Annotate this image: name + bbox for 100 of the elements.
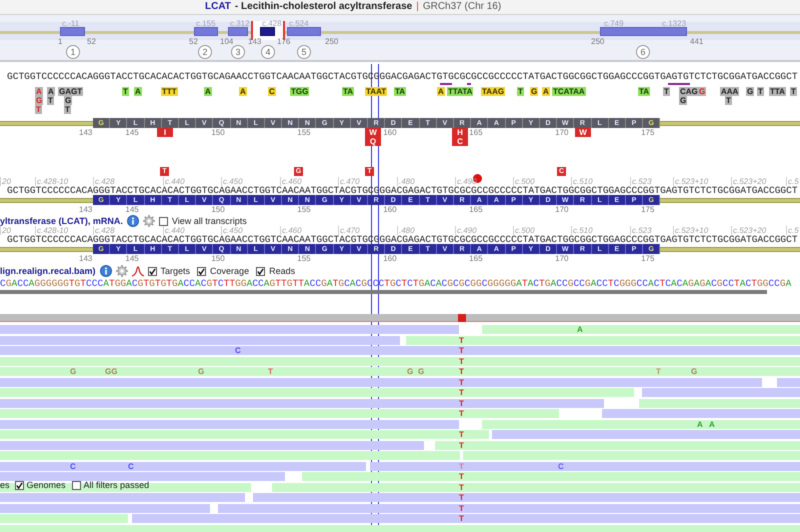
exon-block[interactable] bbox=[600, 27, 687, 36]
variant-tag[interactable]: T bbox=[517, 87, 524, 96]
checkbox[interactable] bbox=[72, 481, 81, 490]
variant-tag[interactable]: G bbox=[64, 96, 72, 105]
info-icon[interactable] bbox=[100, 265, 112, 277]
variant-tag[interactable]: TA bbox=[342, 87, 354, 96]
sequence-underline bbox=[668, 83, 690, 85]
variant-tag[interactable]: G bbox=[530, 87, 538, 96]
exon-cdna-label: c.1323 bbox=[662, 20, 686, 28]
coordinate-label: c.523+10 bbox=[675, 227, 708, 235]
separator: | bbox=[416, 2, 419, 12]
mismatch-base: T bbox=[459, 482, 464, 492]
coverage-mismatch bbox=[458, 314, 466, 322]
exon-block[interactable] bbox=[228, 27, 248, 36]
exon-position: 176 bbox=[277, 38, 290, 46]
mismatch-base: A bbox=[577, 325, 583, 334]
checkbox-label[interactable]: Coverage bbox=[210, 266, 250, 276]
exon-cdna-label: c.312 bbox=[230, 20, 250, 28]
checkbox-label[interactable]: View all transcripts bbox=[172, 216, 247, 226]
coordinate-label: c.428-10 bbox=[37, 178, 68, 186]
checkbox[interactable] bbox=[148, 266, 157, 276]
mismatch-base: T bbox=[656, 367, 661, 376]
mismatch-base: G bbox=[418, 367, 424, 376]
substitution-tag[interactable]: W bbox=[575, 128, 591, 137]
mismatch-base: G bbox=[198, 367, 204, 376]
residue-number: 160 bbox=[383, 255, 397, 263]
variant-tag[interactable]: TTT bbox=[161, 87, 178, 96]
exon-position: 1 bbox=[58, 38, 62, 46]
settings-icon[interactable] bbox=[116, 265, 128, 277]
substitution-tag[interactable]: H C bbox=[452, 128, 468, 146]
checkbox-label[interactable]: Targets bbox=[160, 266, 190, 276]
variant-tag[interactable]: C bbox=[268, 87, 276, 96]
substitution-tag[interactable]: W Q bbox=[365, 128, 381, 146]
variant-tag[interactable]: TAAT bbox=[365, 87, 388, 96]
variant-tag[interactable]: TA bbox=[394, 87, 406, 96]
variant-tag[interactable]: TTATA bbox=[447, 87, 474, 96]
variant-tag[interactable]: T bbox=[757, 87, 764, 96]
checkbox[interactable] bbox=[256, 266, 266, 276]
coordinate-label: c.523+20 bbox=[733, 178, 766, 186]
residue-number: 175 bbox=[641, 206, 654, 214]
variant-tag[interactable]: A bbox=[239, 87, 247, 96]
info-icon[interactable] bbox=[126, 215, 139, 227]
variant-tag[interactable]: T bbox=[790, 87, 797, 96]
residue-number: 160 bbox=[383, 206, 397, 214]
coordinate-label: c.450 bbox=[223, 178, 243, 186]
variant-tag[interactable]: TAAG bbox=[481, 87, 506, 96]
residue-number: 150 bbox=[211, 255, 225, 263]
checkbox[interactable] bbox=[158, 216, 168, 226]
exon-cdna-label: c.-11 bbox=[62, 20, 80, 28]
exon-block[interactable] bbox=[194, 27, 218, 36]
mismatch-base: T bbox=[459, 378, 464, 386]
residue-number: 143 bbox=[79, 206, 92, 214]
variant-tag[interactable]: TCATAA bbox=[552, 87, 586, 96]
variant-tag[interactable]: T bbox=[122, 87, 129, 96]
coordinate-label: c.500 bbox=[515, 178, 535, 186]
read[interactable] bbox=[0, 482, 251, 492]
variant-tag[interactable]: A bbox=[542, 87, 550, 96]
checkbox-label[interactable]: Reads bbox=[269, 266, 296, 276]
variant-tag[interactable]: TA bbox=[638, 87, 650, 96]
variant-tag[interactable]: TTA bbox=[769, 87, 786, 96]
variant-tag[interactable]: T bbox=[47, 96, 54, 105]
checkbox[interactable] bbox=[197, 266, 206, 276]
coordinate-label: c.428-10 bbox=[37, 227, 68, 235]
variant-tag[interactable]: GAGT bbox=[58, 87, 84, 96]
sequence-underline bbox=[440, 83, 452, 85]
coordinate-label: .480 bbox=[399, 178, 415, 186]
coordinate-label: c.440 bbox=[165, 227, 185, 235]
peak-icon[interactable] bbox=[132, 265, 144, 277]
variant-tag[interactable]: A bbox=[134, 87, 142, 96]
exon-block[interactable] bbox=[60, 27, 85, 36]
variant-tag[interactable]: G bbox=[746, 87, 754, 96]
variant-tag[interactable]: G bbox=[679, 96, 688, 105]
coordinate-label: c.510 bbox=[573, 178, 593, 186]
variant-tag[interactable]: TGG bbox=[290, 87, 310, 96]
checkbox[interactable] bbox=[14, 481, 24, 490]
mismatch-base: G bbox=[691, 367, 698, 376]
variant-tag[interactable]: T bbox=[64, 105, 71, 114]
variant-tag[interactable]: AAA bbox=[720, 87, 740, 96]
exon-block[interactable] bbox=[260, 27, 275, 36]
substitution-tag[interactable]: I bbox=[157, 128, 173, 137]
gene-symbol[interactable]: LCAT bbox=[205, 2, 231, 12]
mismatch-base: C bbox=[70, 462, 76, 470]
track-title: yltransferase (LCAT), mRNA. bbox=[0, 216, 123, 226]
mismatch-base: T bbox=[459, 367, 464, 376]
mismatch-base: T bbox=[459, 388, 464, 397]
mismatch-base: T bbox=[459, 346, 464, 355]
exon-block[interactable] bbox=[287, 27, 321, 36]
residue-number: 170 bbox=[555, 206, 568, 214]
mismatch-base: T bbox=[459, 398, 464, 408]
variant-tag[interactable]: T bbox=[725, 96, 732, 105]
coordinate-label: c.428 bbox=[95, 227, 115, 235]
checkbox-label[interactable]: Genomes bbox=[26, 481, 66, 490]
coordinate-label: c.523 bbox=[632, 178, 652, 186]
variant-tag[interactable]: A bbox=[47, 87, 55, 96]
variant-tag[interactable]: T bbox=[663, 87, 670, 96]
checkbox-label[interactable]: All filters passed bbox=[84, 481, 150, 490]
variant-tag[interactable]: A bbox=[204, 87, 212, 96]
track-title: lign.realign.recal.bam) bbox=[0, 266, 96, 276]
variant-tag[interactable]: A bbox=[437, 87, 445, 96]
variant-tag[interactable]: CAG bbox=[679, 87, 699, 96]
